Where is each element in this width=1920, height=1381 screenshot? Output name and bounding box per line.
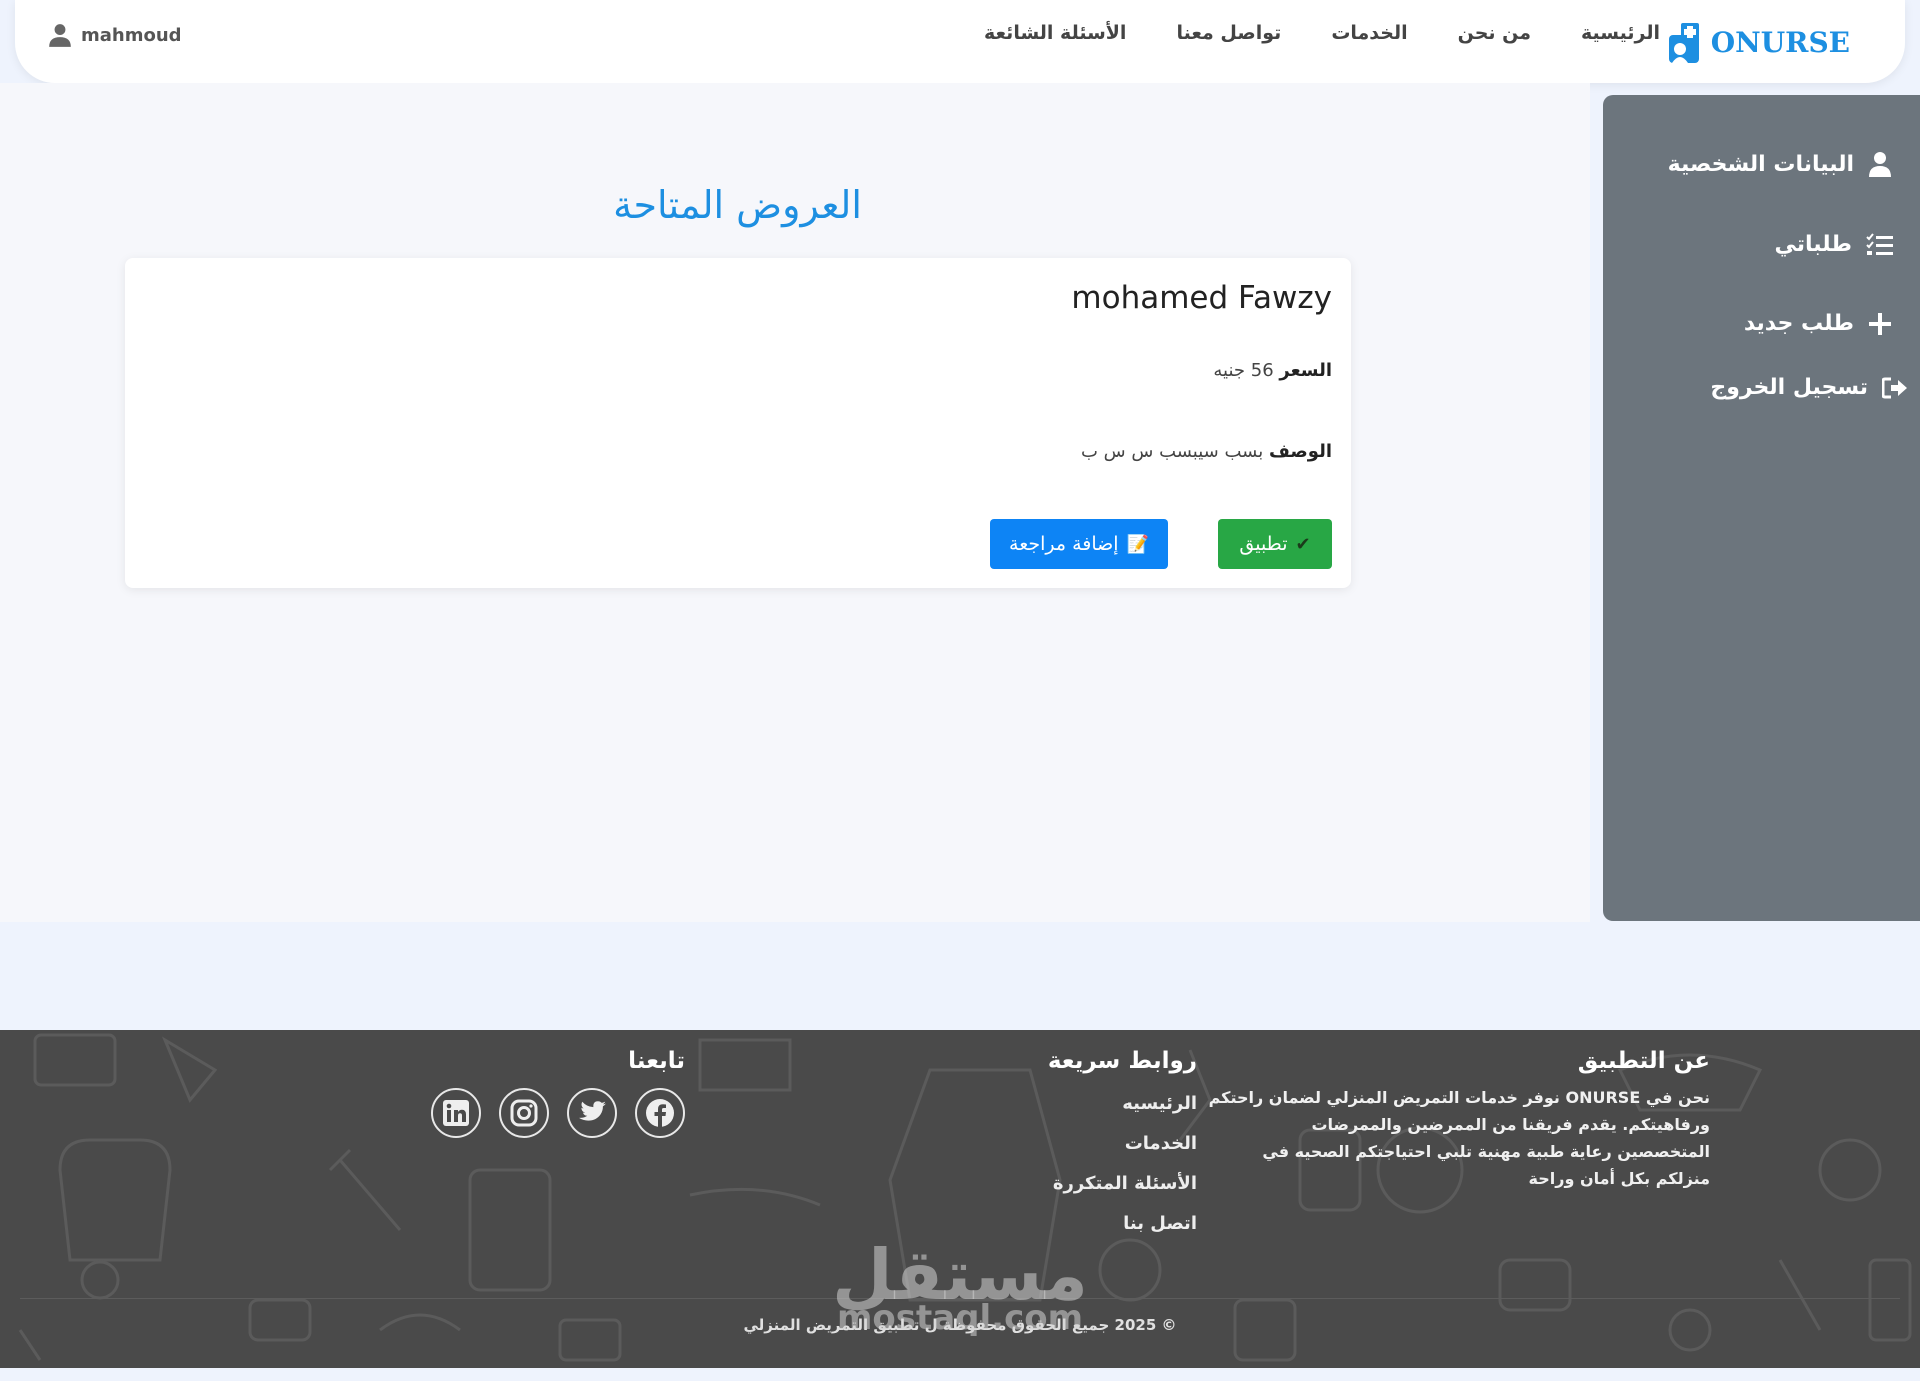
brand-name: ONURSE <box>1710 25 1850 59</box>
plus-icon <box>1869 312 1891 335</box>
sidebar-item-label: البيانات الشخصية <box>1667 151 1854 177</box>
footer-about: عن التطبيق نحن في ONURSE نوفر خدمات التم… <box>1190 1048 1710 1192</box>
description-label: الوصف <box>1268 441 1332 462</box>
offer-price: السعر 56 جنيه <box>1213 360 1332 381</box>
page-title: العروض المتاحة <box>613 183 862 227</box>
logout-icon <box>1882 377 1907 398</box>
user-icon <box>1869 152 1891 177</box>
nav-link-about[interactable]: من نحن <box>1458 22 1531 44</box>
nav-link-faq[interactable]: الأسئلة الشائعة <box>984 22 1127 44</box>
apply-label: تطبيق <box>1239 533 1288 555</box>
offer-description: الوصف بسب سيبسب س س ب <box>1081 441 1332 462</box>
footer-link-home[interactable]: الرئيسيه <box>977 1084 1197 1124</box>
footer-about-line: نحن في ONURSE نوفر خدمات التمريض المنزلي… <box>1208 1088 1710 1107</box>
nurse-logo-icon <box>1668 22 1699 63</box>
linkedin-icon[interactable] <box>431 1088 481 1138</box>
description-value: بسب سيبسب س س ب <box>1081 441 1264 462</box>
memo-icon: 📝 <box>1126 533 1149 555</box>
list-check-icon <box>1866 232 1893 255</box>
apply-button[interactable]: ✔ تطبيق <box>1218 519 1332 569</box>
footer-follow-title: تابعنا <box>628 1048 685 1074</box>
sidebar-item-label: طلباتي <box>1774 232 1852 257</box>
footer-about-line: المتخصصين رعاية طبية مهنية تلبي احتياجتك… <box>1262 1142 1710 1161</box>
watermark-latin: mostaql.com <box>836 1298 1084 1338</box>
brand-logo[interactable]: ONURSE <box>1667 20 1850 65</box>
footer-about-line: منزلكم بكل أمان وراحة <box>1528 1169 1710 1188</box>
add-review-button[interactable]: 📝 إضافة مراجعة <box>990 519 1168 569</box>
footer-follow: تابعنا <box>425 1048 685 1138</box>
sidebar-item-label: طلب جديد <box>1743 311 1854 336</box>
main-nav: الرئيسية من نحن الخدمات تواصل معنا الأسئ… <box>984 22 1660 44</box>
footer-about-title: عن التطبيق <box>1577 1048 1710 1074</box>
check-icon: ✔ <box>1295 533 1311 555</box>
sidebar-item-new-request[interactable]: طلب جديد <box>1744 311 1892 336</box>
social-links <box>425 1088 685 1138</box>
instagram-icon[interactable] <box>499 1088 549 1138</box>
sidebar-item-logout[interactable]: تسجيل الخروج <box>1710 375 1908 400</box>
top-navbar: ONURSE الرئيسية من نحن الخدمات تواصل معن… <box>15 0 1905 83</box>
user-menu[interactable]: mahmoud <box>47 22 182 48</box>
offer-card: mohamed Fawzy السعر 56 جنيه الوصف بسب سي… <box>125 258 1351 588</box>
sidebar-item-my-requests[interactable]: طلباتي <box>1775 232 1894 257</box>
sidebar-item-label: تسجيل الخروج <box>1710 375 1868 400</box>
offer-nurse-name: mohamed Fawzy <box>1071 280 1332 316</box>
nav-link-contact[interactable]: تواصل معنا <box>1176 22 1281 44</box>
footer-links-title: روابط سريعة <box>1047 1048 1197 1074</box>
username: mahmoud <box>81 24 182 46</box>
footer-about-line: ورفاهيتكم. يقدم فريقنا من الممرضين والمم… <box>1311 1115 1710 1134</box>
nav-link-services[interactable]: الخدمات <box>1331 22 1407 44</box>
footer-link-faq[interactable]: الأسئلة المتكررة <box>977 1164 1197 1204</box>
footer-quick-links: روابط سريعة الرئيسيه الخدمات الأسئلة الم… <box>977 1048 1197 1244</box>
mostaql-watermark: مستقل mostaql.com <box>830 1235 1090 1355</box>
page-bottom-strip <box>0 1368 1920 1381</box>
price-value: 56 جنيه <box>1213 360 1274 381</box>
add-review-label: إضافة مراجعة <box>1009 533 1119 555</box>
price-label: السعر <box>1279 360 1332 381</box>
footer-link-services[interactable]: الخدمات <box>977 1124 1197 1164</box>
nav-link-home[interactable]: الرئيسية <box>1581 22 1660 44</box>
twitter-icon[interactable] <box>567 1088 617 1138</box>
sidebar: البيانات الشخصية طلباتي طلب جديد تسجيل ا… <box>1603 95 1920 921</box>
sidebar-item-profile[interactable]: البيانات الشخصية <box>1668 151 1892 177</box>
user-icon <box>49 24 71 47</box>
facebook-icon[interactable] <box>635 1088 685 1138</box>
